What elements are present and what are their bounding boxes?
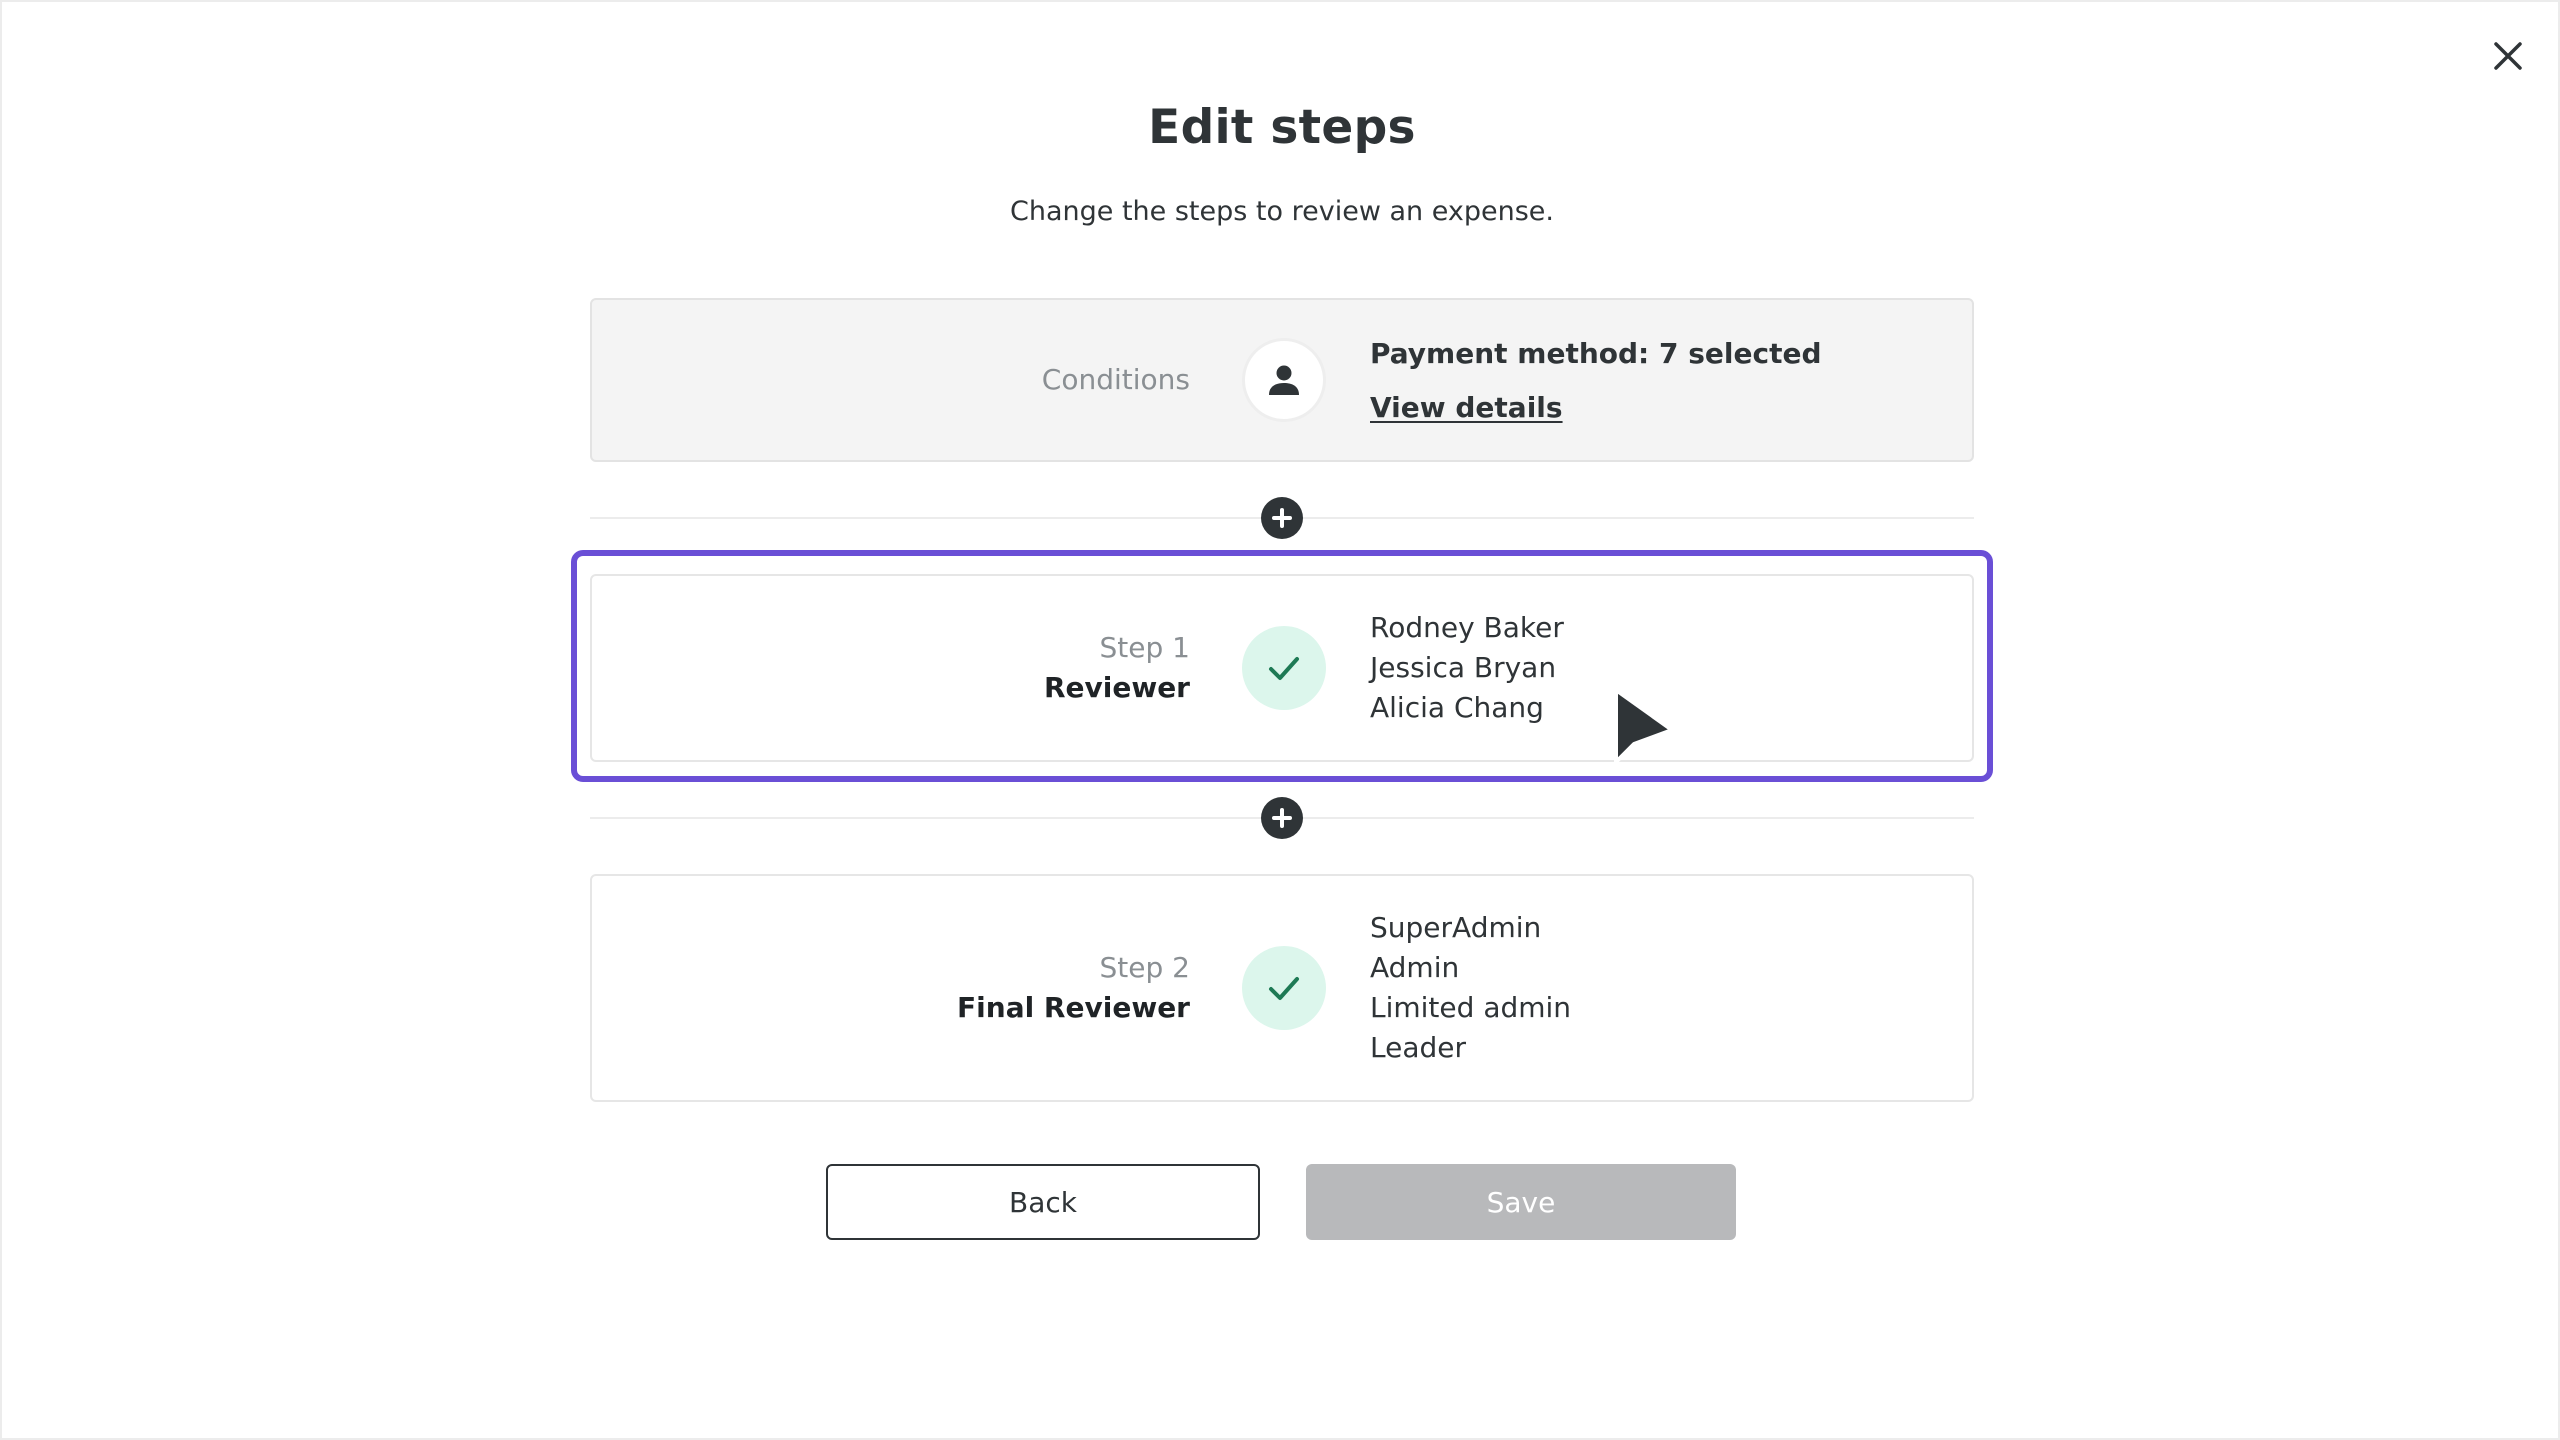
step-member: SuperAdmin: [1370, 911, 1542, 944]
checkmark-icon: [1242, 946, 1326, 1030]
step-member: Admin: [1370, 951, 1460, 984]
conditions-summary: Payment method: 7 selected: [1370, 337, 1822, 370]
step-role: Reviewer: [1043, 671, 1190, 704]
person-icon: [1242, 338, 1326, 422]
page-subtitle: Change the steps to review an expense.: [1010, 196, 1554, 227]
step-member: Alicia Chang: [1370, 691, 1544, 724]
step-member: Rodney Baker: [1370, 611, 1564, 644]
step-card-2[interactable]: Step 2 Final Reviewer SuperAdmin Admin L…: [590, 874, 1974, 1102]
view-details-link[interactable]: View details: [1370, 391, 1563, 424]
conditions-card: Conditions Payment method: 7 selected Vi…: [590, 298, 1974, 462]
step-member: Leader: [1370, 1031, 1467, 1064]
page-title: Edit steps: [1148, 100, 1416, 155]
plus-circle-icon[interactable]: [1261, 797, 1303, 839]
step-member: Jessica Bryan: [1370, 651, 1557, 684]
checkmark-icon: [1242, 626, 1326, 710]
save-button[interactable]: Save: [1306, 1164, 1736, 1240]
conditions-label: Conditions: [1041, 363, 1190, 396]
step-role: Final Reviewer: [957, 991, 1190, 1024]
close-icon[interactable]: [2484, 32, 2532, 80]
step-member: Limited admin: [1370, 991, 1572, 1024]
step-card-1[interactable]: Step 1 Reviewer Rodney Baker Jessica Bry…: [590, 574, 1974, 762]
edit-steps-dialog: Edit steps Change the steps to review an…: [0, 0, 2560, 1440]
back-button[interactable]: Back: [826, 1164, 1260, 1240]
step-label: Step 1: [1099, 631, 1190, 664]
plus-circle-icon[interactable]: [1261, 497, 1303, 539]
step-label: Step 2: [1099, 951, 1190, 984]
